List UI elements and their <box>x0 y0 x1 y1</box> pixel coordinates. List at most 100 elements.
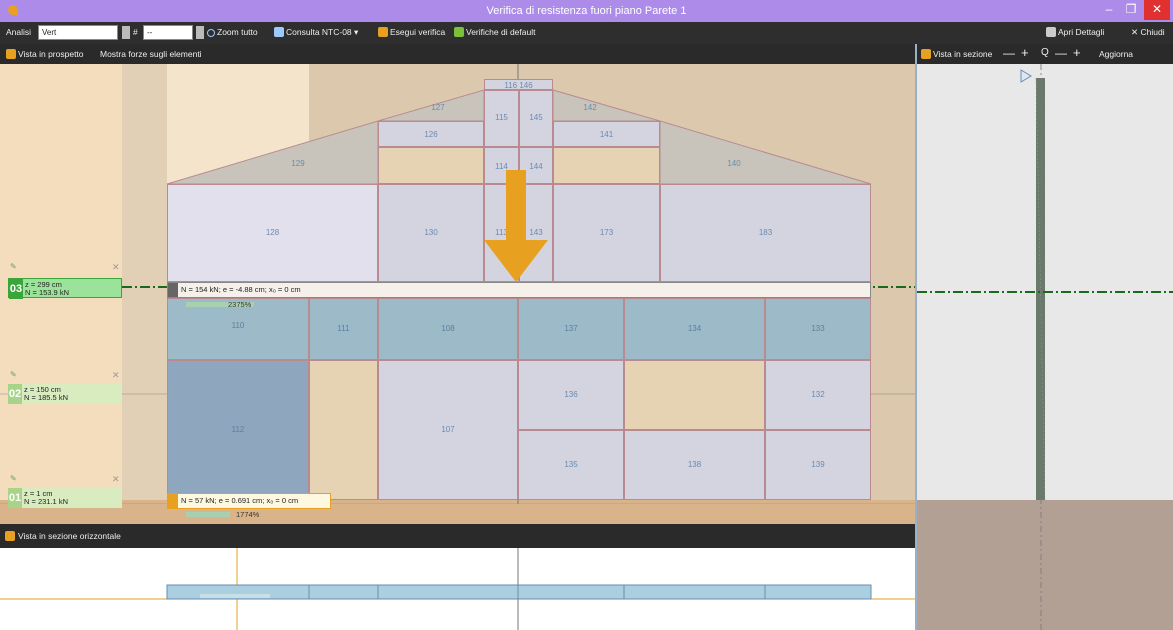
wall-126[interactable]: 126 <box>378 121 484 147</box>
zoom-icon <box>207 29 215 37</box>
wall-111[interactable]: 111 <box>309 298 378 360</box>
section-icon <box>921 49 931 59</box>
gable-right <box>659 120 872 185</box>
zoom-all-button[interactable]: Zoom tutto <box>207 27 258 37</box>
book-icon <box>274 27 284 37</box>
wall-133[interactable]: 133 <box>765 298 871 360</box>
close-panel-button[interactable]: ✕ Chiudi <box>1131 27 1165 38</box>
gable-left <box>166 120 379 185</box>
zoom-in-button[interactable]: + <box>1021 45 1029 60</box>
main-toolbar: Analisi Vert # -- Zoom tutto Consulta NT… <box>0 22 1173 44</box>
level-edit-icon[interactable]: ✎ <box>10 474 17 483</box>
wall-108[interactable]: 108 <box>378 298 518 360</box>
horizontal-section-svg <box>0 548 915 630</box>
wall-136[interactable]: 136 <box>518 360 624 430</box>
wall-129[interactable]: 129 <box>278 158 318 170</box>
result-color-swatch <box>168 283 178 297</box>
wall-139[interactable]: 139 <box>765 430 871 500</box>
section-marker-icon <box>1020 69 1032 83</box>
level-values: z = 150 cm N = 185.5 kN <box>24 386 68 402</box>
close-panel-label: Chiudi <box>1140 27 1165 37</box>
level-number: 03 <box>9 279 23 299</box>
result-bar-01[interactable]: N = 57 kN; e = 0.691 cm; x₀ = 0 cm <box>167 493 331 509</box>
wall-label: 146 <box>519 81 533 90</box>
analysis-label: Analisi <box>6 27 32 37</box>
opening <box>309 360 378 500</box>
wall-183[interactable]: 183 <box>660 184 871 282</box>
window-title: Verifica di resistenza fuori piano Paret… <box>486 5 687 17</box>
level-remove-icon[interactable]: ✕ <box>112 262 120 273</box>
default-checks-button[interactable]: Verifiche di default <box>454 27 535 37</box>
wall-134[interactable]: 134 <box>624 298 765 360</box>
level-n: N = 231.1 kN <box>24 497 68 506</box>
elevation-view-label: Vista in prospetto <box>18 49 84 59</box>
wall-137[interactable]: 137 <box>518 298 624 360</box>
wall-107[interactable]: 107 <box>378 360 518 500</box>
level-02[interactable]: 02 z = 150 cm N = 185.5 kN <box>8 384 122 404</box>
wall-112[interactable]: 112 <box>167 360 309 500</box>
hash-label: # <box>133 27 138 37</box>
wall-127[interactable]: 127 <box>418 102 458 114</box>
hash-select[interactable]: -- <box>143 25 193 40</box>
minimize-button[interactable]: – <box>1098 0 1120 20</box>
level-edit-icon[interactable]: ✎ <box>10 262 17 271</box>
wall-132[interactable]: 132 <box>765 360 871 430</box>
update-button[interactable]: Aggiorna <box>1099 49 1133 59</box>
level-remove-icon[interactable]: ✕ <box>112 474 120 485</box>
wall-116[interactable]: 116 146 <box>484 79 553 90</box>
elevation-view-button[interactable]: Vista in prospetto <box>6 49 84 59</box>
consult-label: Consulta NTC-08 ▾ <box>286 27 359 37</box>
wall-173[interactable]: 173 <box>553 184 660 282</box>
utilization-bar-01 <box>186 512 230 517</box>
section-view-button[interactable]: Vista in sezione <box>921 49 992 59</box>
hash-spinner[interactable] <box>196 26 204 39</box>
elevation-canvas[interactable]: 116 146 127 142 115 145 126 141 129 140 … <box>0 64 915 524</box>
wall-140[interactable]: 140 <box>714 158 754 170</box>
show-forces-toggle[interactable]: Mostra forze sugli elementi <box>100 49 202 59</box>
opening <box>553 147 660 184</box>
result-bar-03[interactable]: N = 154 kN; e = -4.88 cm; x₀ = 0 cm <box>167 282 871 298</box>
zoom-icon[interactable]: Q <box>1041 47 1049 58</box>
analysis-spinner[interactable] <box>122 26 130 39</box>
section-svg <box>917 64 1173 630</box>
section-zoom-in-button[interactable]: + <box>1073 45 1081 60</box>
zoom-out-button[interactable]: — <box>1003 46 1015 60</box>
horizontal-section-title: Vista in sezione orizzontale <box>18 531 121 541</box>
opening <box>624 360 765 430</box>
wall-135[interactable]: 135 <box>518 430 624 500</box>
utilization-pct-03: 2375% <box>228 300 252 309</box>
open-details-label: Apri Dettagli <box>1058 27 1105 37</box>
result-text-03: N = 154 kN; e = -4.88 cm; x₀ = 0 cm <box>181 285 301 294</box>
section-canvas[interactable] <box>917 64 1173 630</box>
horizontal-section-header: Vista in sezione orizzontale <box>0 524 915 548</box>
run-check-label: Esegui verifica <box>390 27 446 37</box>
wall-128[interactable]: 128 <box>167 184 378 282</box>
load-arrow <box>484 170 548 282</box>
zoom-all-label: Zoom tutto <box>217 27 258 37</box>
wall-130[interactable]: 130 <box>378 184 484 282</box>
opening <box>378 147 484 184</box>
maximize-button[interactable]: ❐ <box>1120 0 1142 20</box>
level-01[interactable]: 01 z = 1 cm N = 231.1 kN <box>8 488 122 508</box>
wall-138[interactable]: 138 <box>624 430 765 500</box>
level-edit-icon[interactable]: ✎ <box>10 370 17 379</box>
open-details-button[interactable]: Apri Dettagli <box>1046 27 1104 37</box>
level-number: 02 <box>8 384 22 404</box>
wall-section <box>1036 78 1045 500</box>
level-number: 01 <box>8 488 22 508</box>
horizontal-section-canvas[interactable] <box>0 548 915 630</box>
wall-142[interactable]: 142 <box>570 102 610 114</box>
analysis-select[interactable]: Vert <box>38 25 118 40</box>
run-check-button[interactable]: Esegui verifica <box>378 27 445 37</box>
section-view-label: Vista in sezione <box>933 49 993 59</box>
wall-145[interactable]: 145 <box>519 90 553 147</box>
wall-141[interactable]: 141 <box>553 121 660 147</box>
level-remove-icon[interactable]: ✕ <box>112 370 120 381</box>
section-zoom-out-button[interactable]: — <box>1055 46 1067 60</box>
consult-ntc-button[interactable]: Consulta NTC-08 ▾ <box>274 27 358 38</box>
close-window-button[interactable]: ✕ <box>1144 0 1170 20</box>
result-text-01: N = 57 kN; e = 0.691 cm; x₀ = 0 cm <box>181 496 299 505</box>
wall-115[interactable]: 115 <box>484 90 519 147</box>
level-03[interactable]: 03 z = 299 cm N = 153.9 kN <box>8 278 122 299</box>
default-checks-icon <box>454 27 464 37</box>
